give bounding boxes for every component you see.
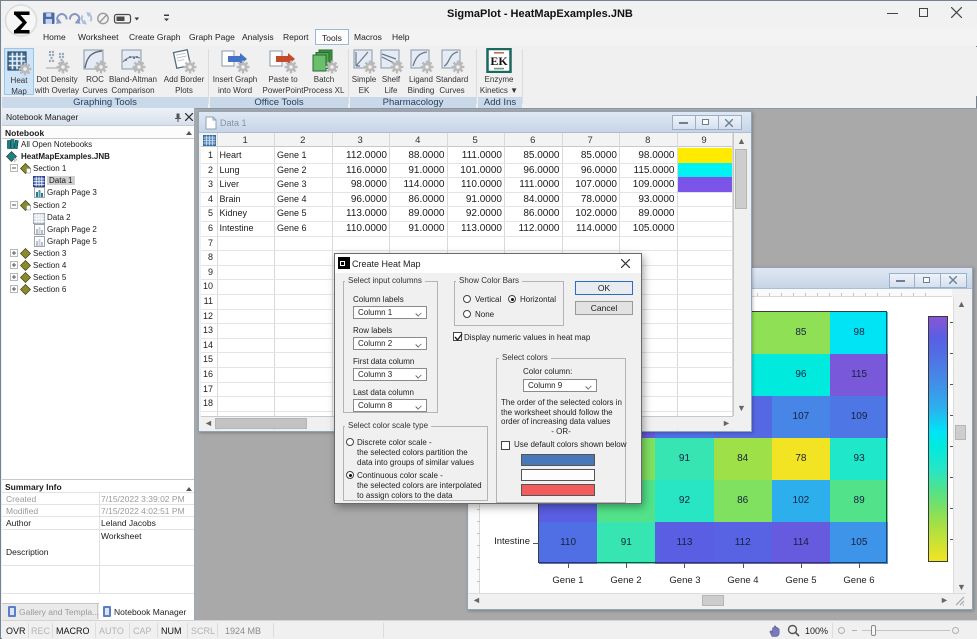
svg-text:EK: EK bbox=[490, 54, 508, 68]
